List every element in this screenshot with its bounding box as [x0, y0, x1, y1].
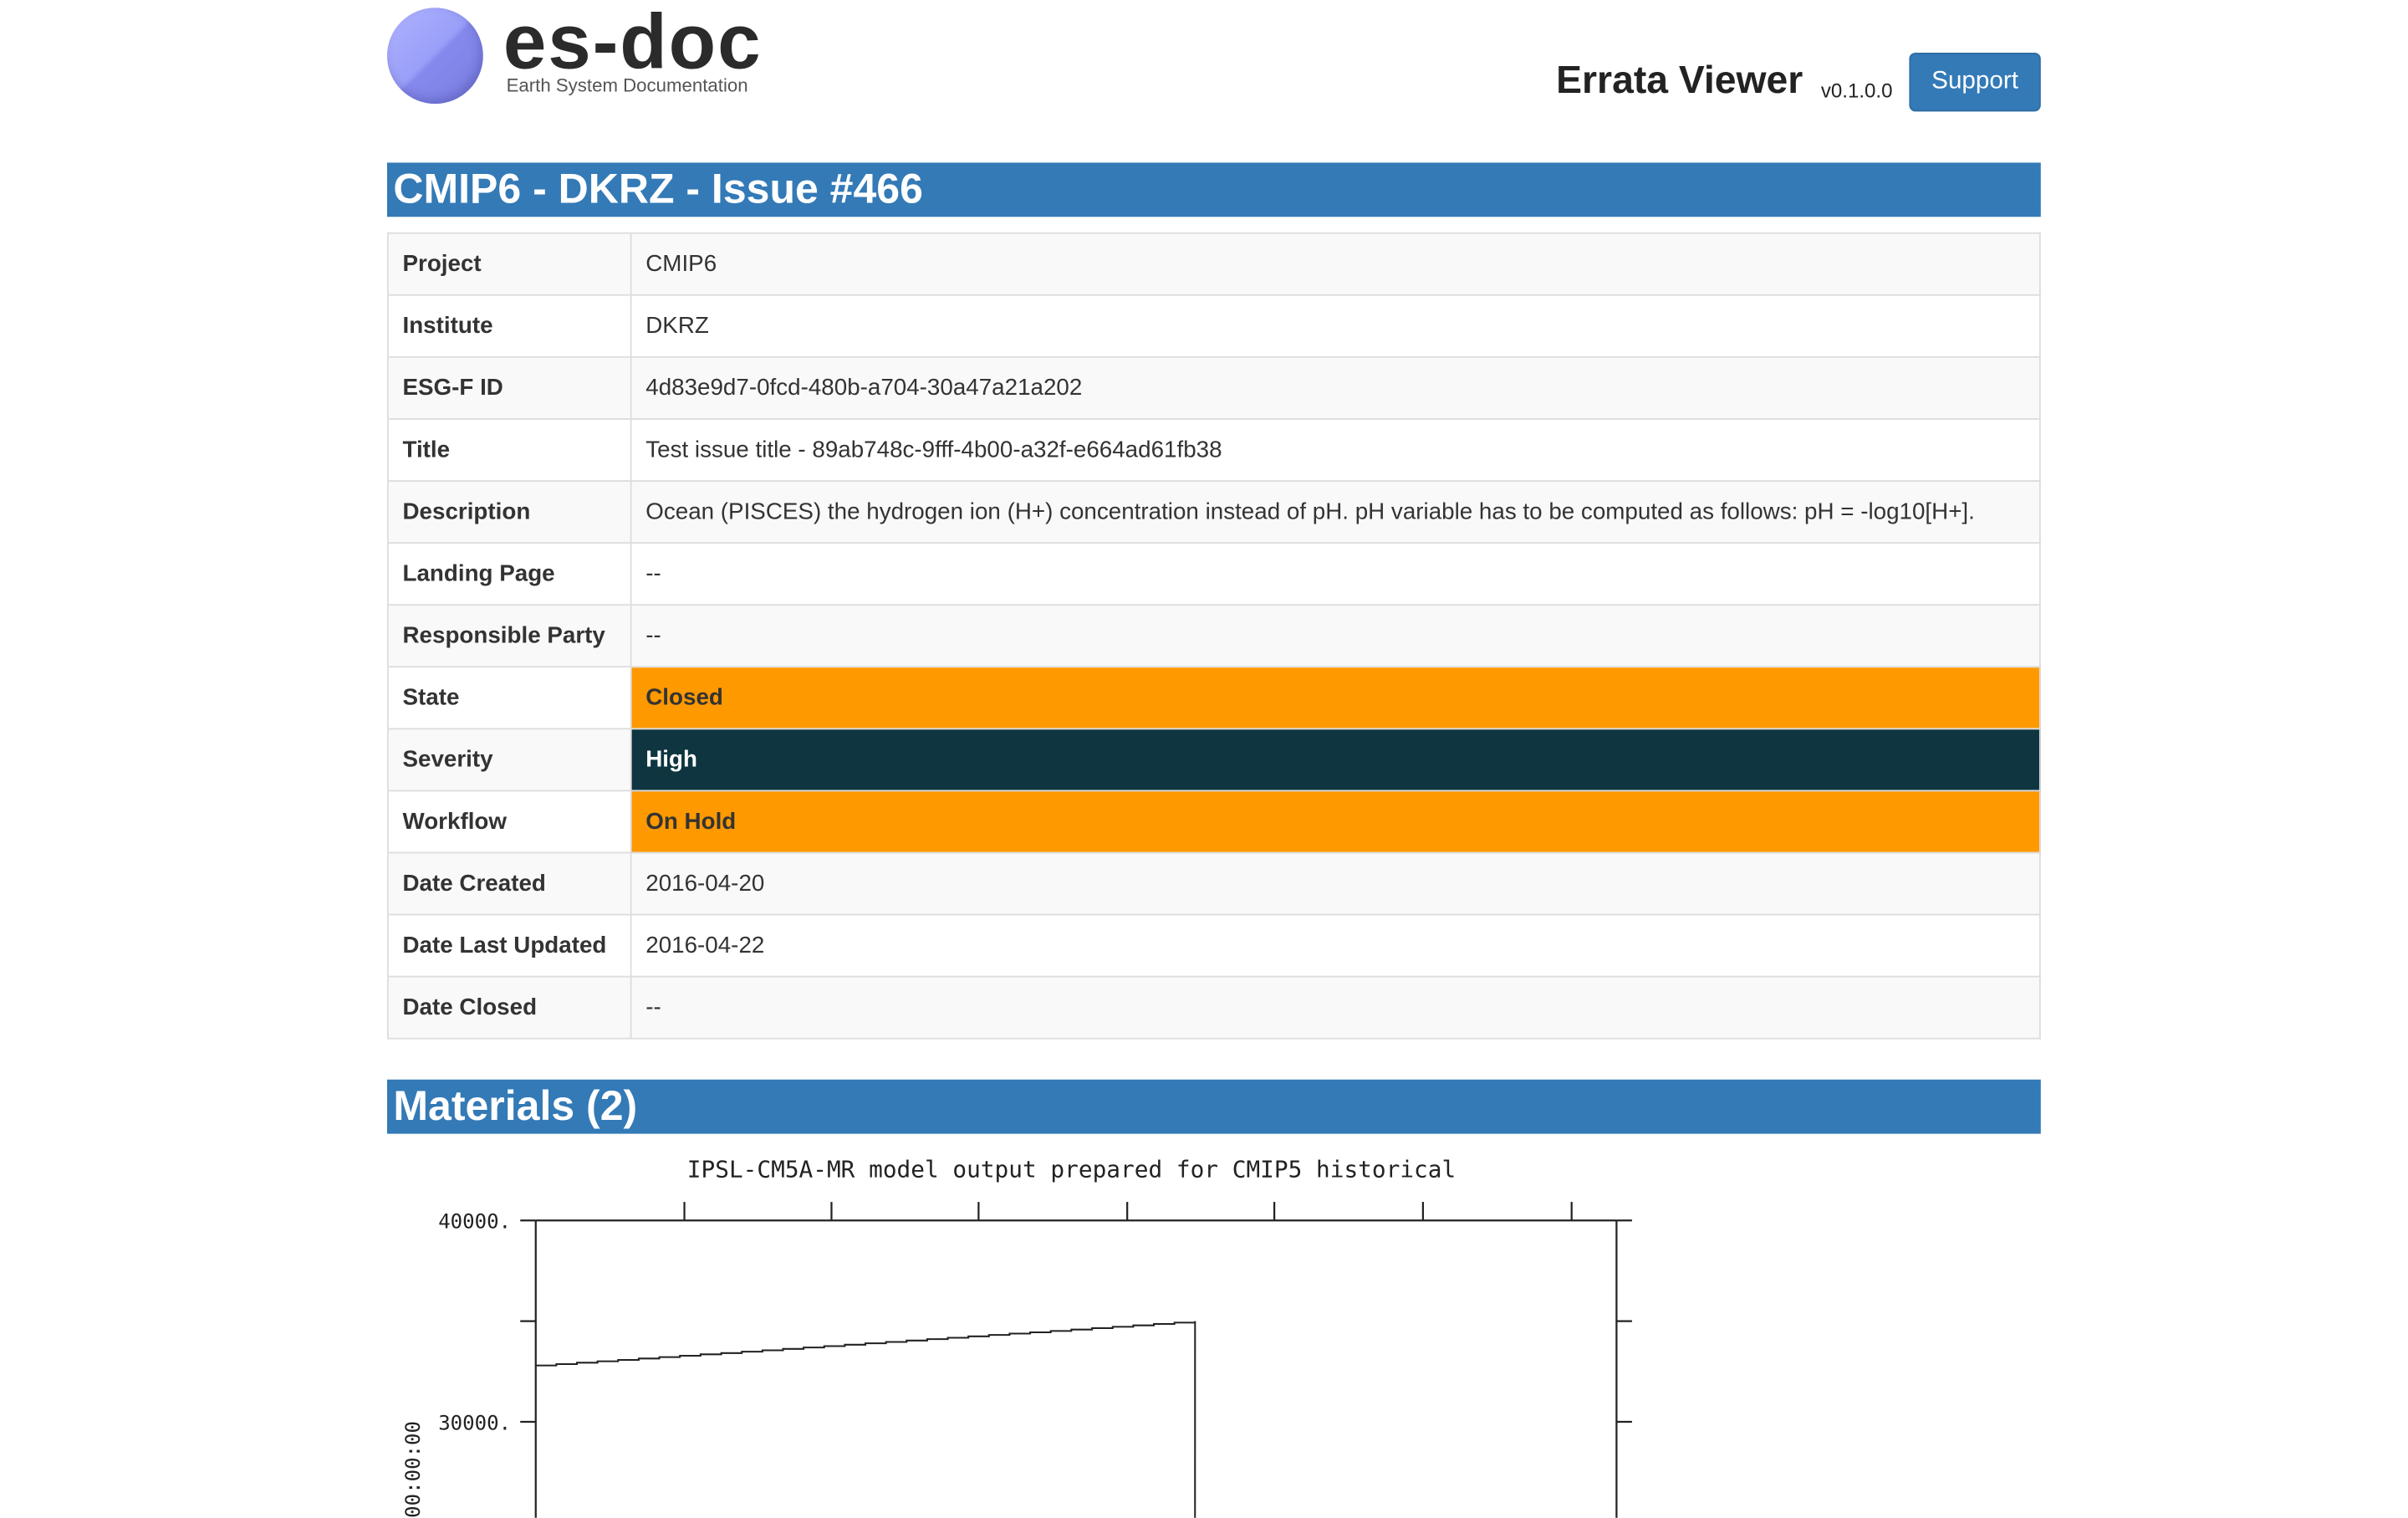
severity-badge: High: [630, 728, 2041, 792]
row-workflow: Workflow On Hold: [386, 790, 2041, 854]
row-date-created: Date Created 2016-04-20: [386, 851, 2041, 916]
row-description: Description Ocean (PISCES) the hydrogen …: [386, 480, 2041, 544]
row-esgf-id: ESG-F ID 4d83e9d7-0fcd-480b-a704-30a47a2…: [386, 355, 2041, 420]
logo-icon[interactable]: [386, 8, 483, 105]
y-tick-label: 40000.: [438, 1210, 511, 1234]
row-project: Project CMIP6: [386, 232, 2041, 296]
workflow-badge: On Hold: [630, 790, 2041, 854]
row-label: Workflow: [386, 790, 632, 854]
row-label: Title: [386, 418, 632, 482]
row-label: ESG-F ID: [386, 355, 632, 420]
series-line: [535, 1321, 1196, 1518]
y-axis-label: 00:00:00: [401, 1421, 425, 1518]
row-label: Description: [386, 480, 632, 544]
logo-subtitle: Earth System Documentation: [506, 74, 748, 96]
row-date-last-updated: Date Last Updated 2016-04-22: [386, 913, 2041, 978]
y-tick-label: 30000.: [438, 1411, 511, 1434]
issue-details-table: Project CMIP6 Institute DKRZ ESG-F ID 4d…: [386, 232, 2041, 1040]
state-badge: Closed: [630, 666, 2041, 730]
row-value: 2016-04-20: [630, 851, 2041, 916]
chart-title: IPSL-CM5A-MR model output prepared for C…: [687, 1155, 1456, 1183]
row-value: 4d83e9d7-0fcd-480b-a704-30a47a21a202: [630, 355, 2041, 420]
row-value: --: [630, 975, 2041, 1040]
app-version: v0.1.0.0: [1820, 79, 1893, 103]
row-severity: Severity High: [386, 728, 2041, 792]
row-label: State: [386, 666, 632, 730]
row-label: Date Created: [386, 851, 632, 916]
app-title: Errata Viewer: [1556, 59, 1803, 103]
row-responsible-party: Responsible Party --: [386, 604, 2041, 668]
row-state: State Closed: [386, 666, 2041, 730]
row-institute: Institute DKRZ: [386, 294, 2041, 358]
page: es-doc Earth System Documentation Errata…: [0, 0, 2408, 1518]
plot-layer: 40000. 30000.: [438, 1202, 1632, 1518]
row-value: 2016-04-22: [630, 913, 2041, 978]
row-value: Ocean (PISCES) the hydrogen ion (H+) con…: [630, 480, 2041, 544]
issue-heading: CMIP6 - DKRZ - Issue #466: [386, 162, 2041, 217]
row-value: CMIP6: [630, 232, 2041, 296]
row-date-closed: Date Closed --: [386, 975, 2041, 1040]
row-label: Landing Page: [386, 542, 632, 606]
row-value: DKRZ: [630, 294, 2041, 358]
row-label: Institute: [386, 294, 632, 358]
support-button[interactable]: Support: [1909, 52, 2041, 112]
row-label: Project: [386, 232, 632, 296]
row-landing-page: Landing Page --: [386, 542, 2041, 606]
row-value: Test issue title - 89ab748c-9fff-4b00-a3…: [630, 418, 2041, 482]
row-label: Responsible Party: [386, 604, 632, 668]
row-label: Date Last Updated: [386, 913, 632, 978]
material-chart[interactable]: IPSL-CM5A-MR model output prepared for C…: [387, 1146, 1657, 1518]
row-label: Date Closed: [386, 975, 632, 1040]
logo-text[interactable]: es-doc: [503, 0, 763, 84]
row-title: Title Test issue title - 89ab748c-9fff-4…: [386, 418, 2041, 482]
row-label: Severity: [386, 728, 632, 792]
row-value: --: [630, 604, 2041, 668]
row-value: --: [630, 542, 2041, 606]
materials-heading: Materials (2): [386, 1079, 2041, 1134]
